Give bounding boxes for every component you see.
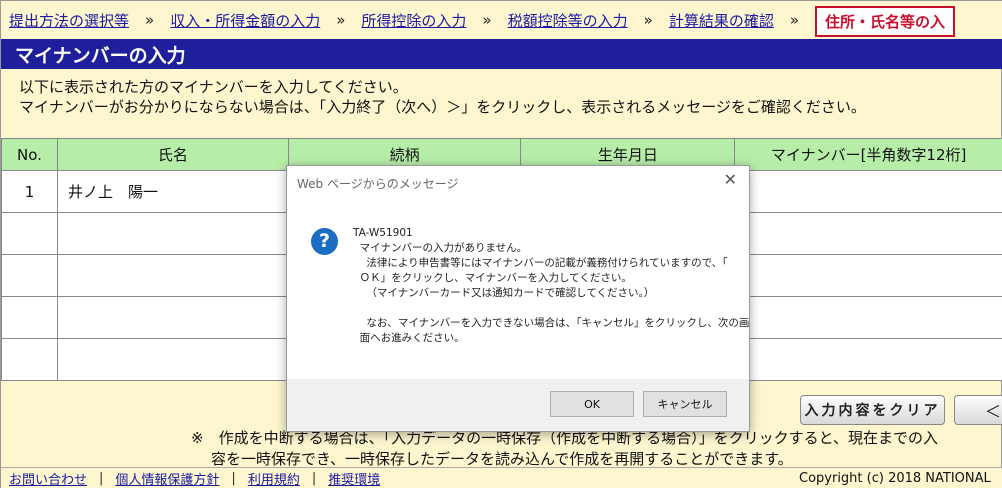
copyright: Copyright (c) 2018 NATIONAL bbox=[799, 471, 991, 486]
footer: お問い合わせ | 個人情報保護方針 | 利用規約 | 推奨環境 Copyrigh… bbox=[1, 467, 1002, 488]
breadcrumb-step-result-check[interactable]: 計算結果の確認 bbox=[669, 10, 774, 31]
breadcrumb-current-step: 住所・氏名等の入 bbox=[815, 5, 956, 37]
breadcrumb-step-income[interactable]: 収入・所得金額の入力 bbox=[170, 10, 320, 31]
cancel-button[interactable]: キャンセル bbox=[643, 391, 727, 417]
column-header-mynumber: マイナンバー[半角数字12桁] bbox=[734, 138, 1002, 171]
breadcrumb-separator: » bbox=[482, 11, 492, 29]
save-note: ※ 作成を中断する場合は、「入力データの一時保存（作成を中断する場合）」をクリッ… bbox=[191, 428, 938, 470]
footer-link-terms[interactable]: 利用規約 bbox=[248, 469, 300, 488]
question-icon: ? bbox=[311, 228, 338, 255]
instruction-line-2: マイナンバーがお分かりにならない場合は、「入力終了（次へ）＞」をクリックし、表示… bbox=[19, 98, 866, 116]
footer-link-contact[interactable]: お問い合わせ bbox=[9, 469, 87, 488]
footer-link-privacy[interactable]: 個人情報保護方針 bbox=[115, 469, 219, 488]
breadcrumb: 提出方法の選択等 » 収入・所得金額の入力 » 所得控除の入力 » 税額控除等の… bbox=[1, 1, 1002, 39]
breadcrumb-step-tax-credit[interactable]: 税額控除等の入力 bbox=[508, 10, 628, 31]
breadcrumb-step-income-deduction[interactable]: 所得控除の入力 bbox=[361, 10, 466, 31]
breadcrumb-separator: » bbox=[336, 11, 346, 29]
row-name: 井ノ上 陽一 bbox=[56, 170, 289, 213]
instructions: 以下に表示された方のマイナンバーを入力してください。 マイナンバーがお分かりにな… bbox=[19, 77, 866, 117]
column-header-name: 氏名 bbox=[56, 138, 289, 171]
close-icon[interactable]: ✕ bbox=[724, 170, 737, 189]
instruction-line-1: 以下に表示された方のマイナンバーを入力してください。 bbox=[19, 78, 408, 96]
clear-input-button[interactable]: 入力内容をクリア bbox=[800, 395, 945, 425]
dialog-message: TA-W51901 マイナンバーの入力がありません。 法律により申告書等にはマイ… bbox=[353, 227, 750, 344]
row-mynumber-input[interactable] bbox=[734, 170, 1002, 213]
row-number: 1 bbox=[1, 170, 58, 213]
ok-button[interactable]: OK bbox=[550, 391, 634, 417]
back-button[interactable]: ＜ bbox=[954, 395, 1002, 425]
dialog-button-bar: OK キャンセル bbox=[287, 379, 749, 431]
breadcrumb-separator: » bbox=[789, 11, 800, 29]
footer-link-environment[interactable]: 推奨環境 bbox=[328, 469, 380, 488]
column-header-no: No. bbox=[1, 138, 58, 171]
breadcrumb-separator: » bbox=[643, 11, 653, 29]
breadcrumb-step-submission-method[interactable]: 提出方法の選択等 bbox=[9, 10, 129, 31]
breadcrumb-separator: » bbox=[145, 11, 155, 29]
dialog-title: Web ページからのメッセージ bbox=[297, 177, 459, 191]
page-title: マイナンバーの入力 bbox=[1, 39, 1002, 69]
message-dialog: Web ページからのメッセージ ✕ ? TA-W51901 マイナンバーの入力が… bbox=[286, 165, 750, 432]
